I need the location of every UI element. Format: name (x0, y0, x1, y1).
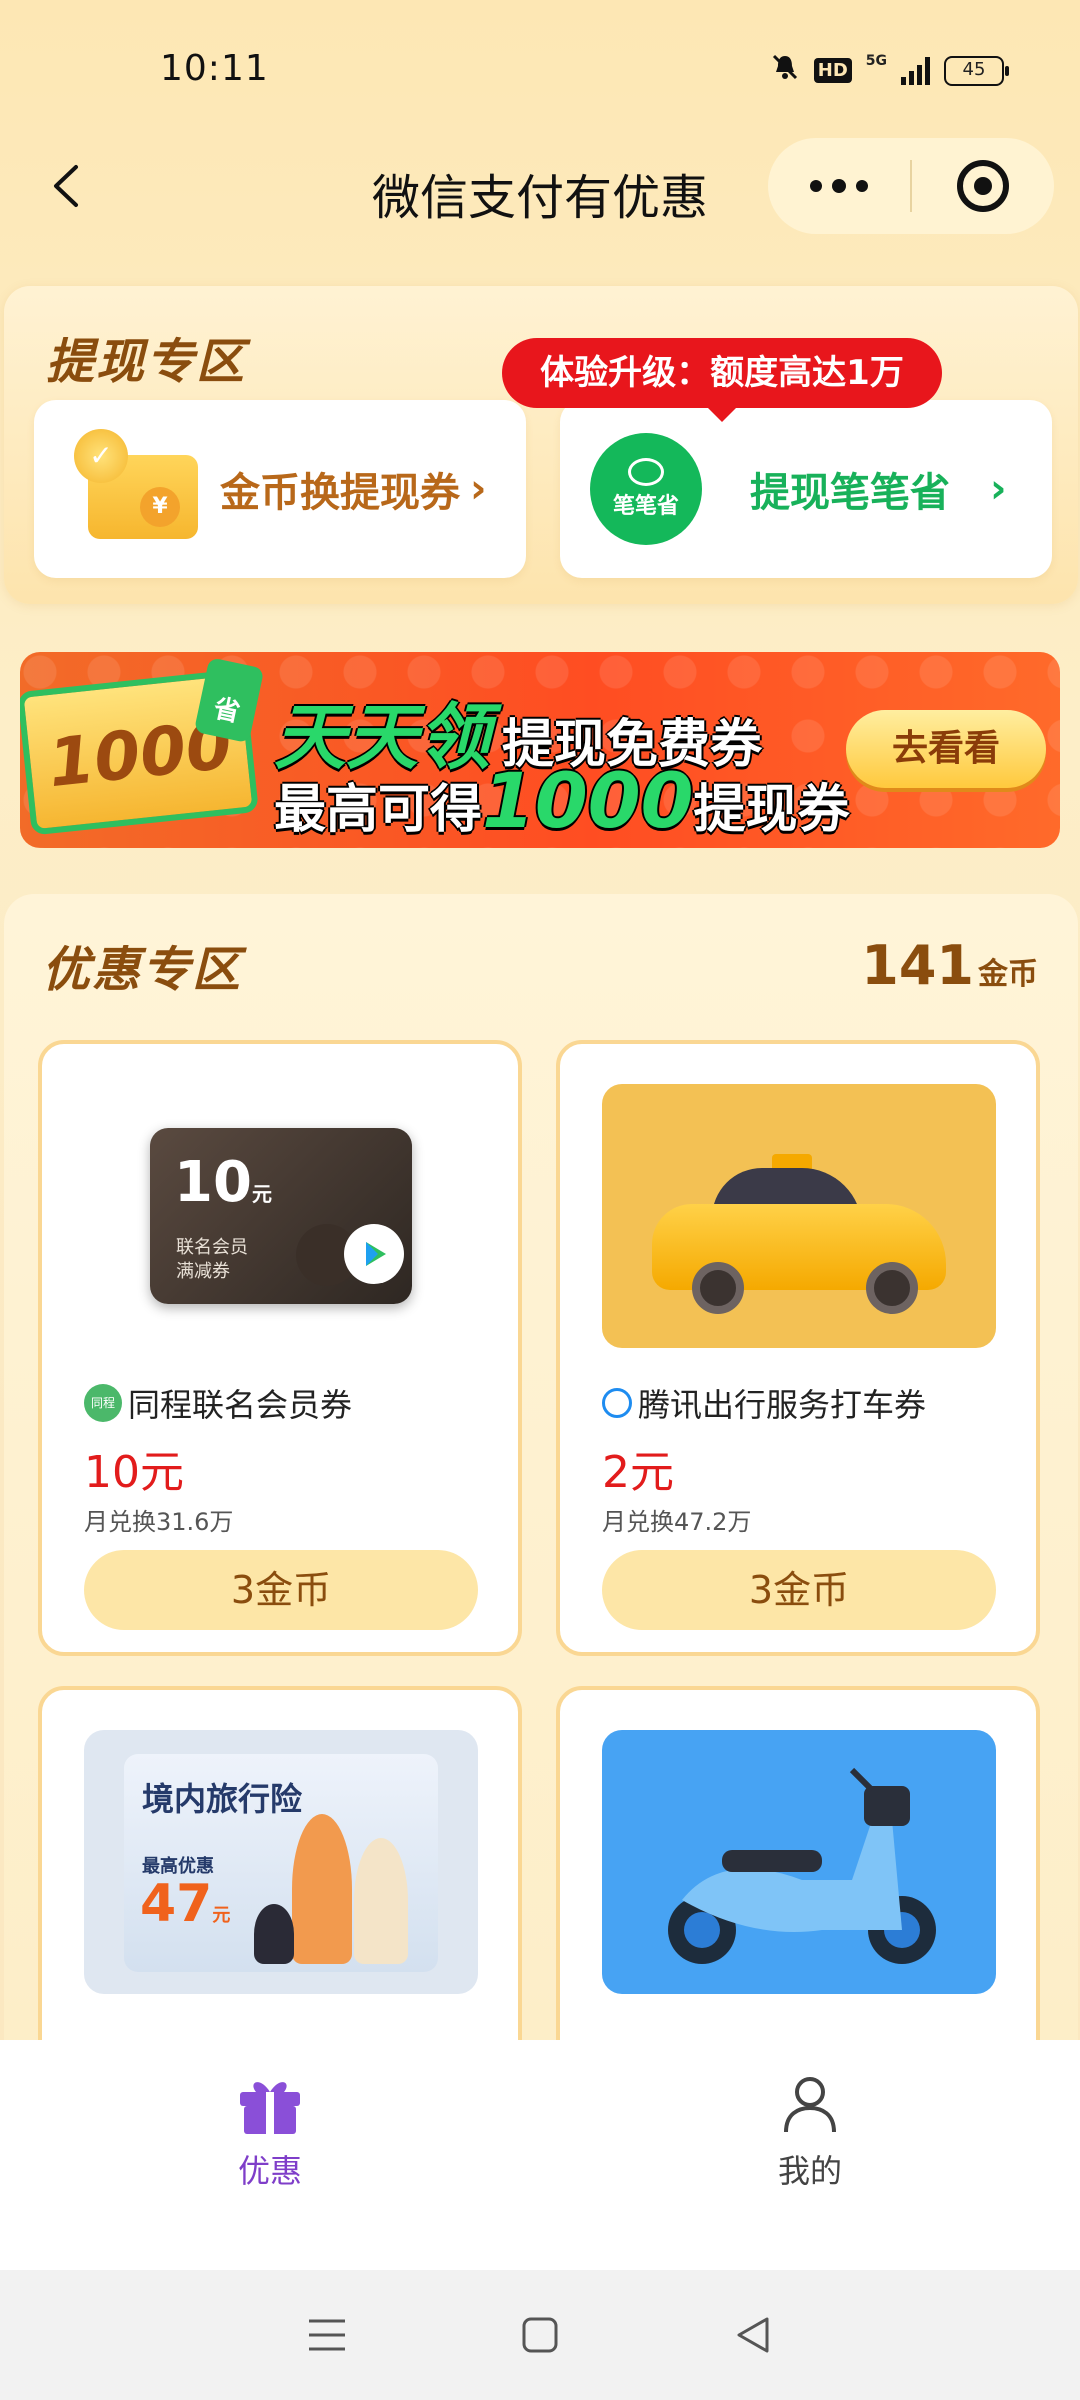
battery-icon: 45 (944, 55, 1009, 86)
tencent-mobility-icon (602, 1388, 632, 1418)
deal-card-taxi[interactable]: 腾讯出行服务打车券 2元 月兑换47.2万 3金币 (556, 1040, 1040, 1656)
deals-zone: 优惠专区 141 金币 10元 联名会员 满减券 同程 同程联名会员券 10元 月兑… (4, 894, 1078, 2086)
more-dots-icon (810, 180, 822, 192)
tab-mine[interactable]: 我的 (710, 2072, 910, 2192)
coin-balance-value: 141 (861, 934, 974, 997)
status-bar: 10:11 HD 5G 45 (0, 0, 1080, 140)
close-button[interactable] (912, 138, 1054, 234)
go-see-button[interactable]: 去看看 (846, 710, 1046, 788)
deal-name: 同程 同程联名会员券 (84, 1380, 352, 1426)
withdraw-zone: 提现专区 ¥ ✓ 金币换提现券 › 笔笔省 提现笔笔省 › (4, 286, 1078, 604)
target-close-icon (957, 160, 1009, 212)
mute-icon (770, 52, 800, 89)
network-label: 5G (865, 52, 887, 69)
bibisheng-logo: 笔笔省 (590, 433, 702, 545)
taxi-image (602, 1084, 996, 1348)
tongcheng-brand-icon: 同程 (84, 1384, 122, 1422)
tab-deals-label: 优惠 (237, 2152, 302, 2190)
gift-icon (240, 2082, 300, 2134)
chevron-right-icon: › (470, 466, 487, 512)
signal-icon (901, 56, 930, 85)
member-voucher-image: 10元 联名会员 满减券 (150, 1128, 412, 1304)
status-time: 10:11 (160, 48, 269, 89)
coin-balance: 141 金币 (861, 934, 1038, 997)
banner-line2-number: 1000 (482, 756, 694, 845)
redeem-button[interactable]: 3金币 (602, 1550, 996, 1630)
play-logo-icon (344, 1224, 404, 1284)
mini-program-capsule (768, 138, 1054, 234)
ebike-image (602, 1730, 996, 1994)
deal-price: 2元 (602, 1447, 674, 1498)
system-navigation-bar (0, 2270, 1080, 2400)
banner-line2-suffix: 提现券 (693, 780, 850, 840)
deal-monthly-sales: 月兑换47.2万 (602, 1508, 752, 1536)
more-button[interactable] (768, 138, 910, 234)
deal-card-ebike[interactable] (556, 1686, 1040, 2086)
coin-exchange-label: 金币换提现券 (220, 470, 460, 516)
deal-price: 10元 (84, 1447, 184, 1498)
coin-balance-unit: 金币 (978, 957, 1038, 992)
tab-deals[interactable]: 优惠 (170, 2072, 370, 2192)
nav-bar: 微信支付有优惠 (0, 130, 1080, 250)
chevron-right-icon: › (990, 466, 1007, 512)
upgrade-tooltip: 体验升级：额度高达1万 (502, 338, 942, 422)
person-icon (784, 2077, 836, 2133)
banner-line2-prefix: 最高可得 (274, 780, 483, 840)
back-triangle-icon[interactable] (733, 2315, 773, 2355)
deal-name: 腾讯出行服务打车券 (602, 1380, 926, 1426)
tab-mine-label: 我的 (777, 2152, 842, 2190)
redeem-button[interactable]: 3金币 (84, 1550, 478, 1630)
coin-wallet-icon: ¥ ✓ (74, 429, 204, 549)
deal-monthly-sales: 月兑换31.6万 (84, 1508, 234, 1536)
menu-icon[interactable] (307, 2317, 347, 2353)
home-icon[interactable] (520, 2315, 560, 2355)
deal-card-tongcheng[interactable]: 10元 联名会员 满减券 同程 同程联名会员券 10元 月兑换31.6万 3金币 (38, 1040, 522, 1656)
deal-image: 10元 联名会员 满减券 (84, 1084, 478, 1348)
bibisheng-button[interactable]: 笔笔省 提现笔笔省 › (560, 400, 1052, 578)
hd-icon: HD (813, 58, 852, 83)
banner-subline: 最高可得1000提现券 (274, 756, 850, 845)
withdraw-zone-title: 提现专区 (46, 334, 247, 390)
bottom-tab-bar: 优惠 我的 (0, 2040, 1080, 2270)
bibisheng-label: 提现笔笔省 (750, 470, 950, 516)
deal-card-travel-insurance[interactable]: 境内旅行险 最高优惠 47元 (38, 1686, 522, 2086)
free-voucher-banner[interactable]: 1000 省 天天领 提现免费券 最高可得1000提现券 去看看 (20, 652, 1060, 848)
travel-insurance-image: 境内旅行险 最高优惠 47元 (84, 1730, 478, 1994)
voucher-ticket-image: 1000 省 (20, 657, 265, 836)
status-icons: HD 5G 45 (770, 52, 1009, 89)
coin-exchange-button[interactable]: ¥ ✓ 金币换提现券 › (34, 400, 526, 578)
deals-zone-title: 优惠专区 (42, 942, 243, 998)
